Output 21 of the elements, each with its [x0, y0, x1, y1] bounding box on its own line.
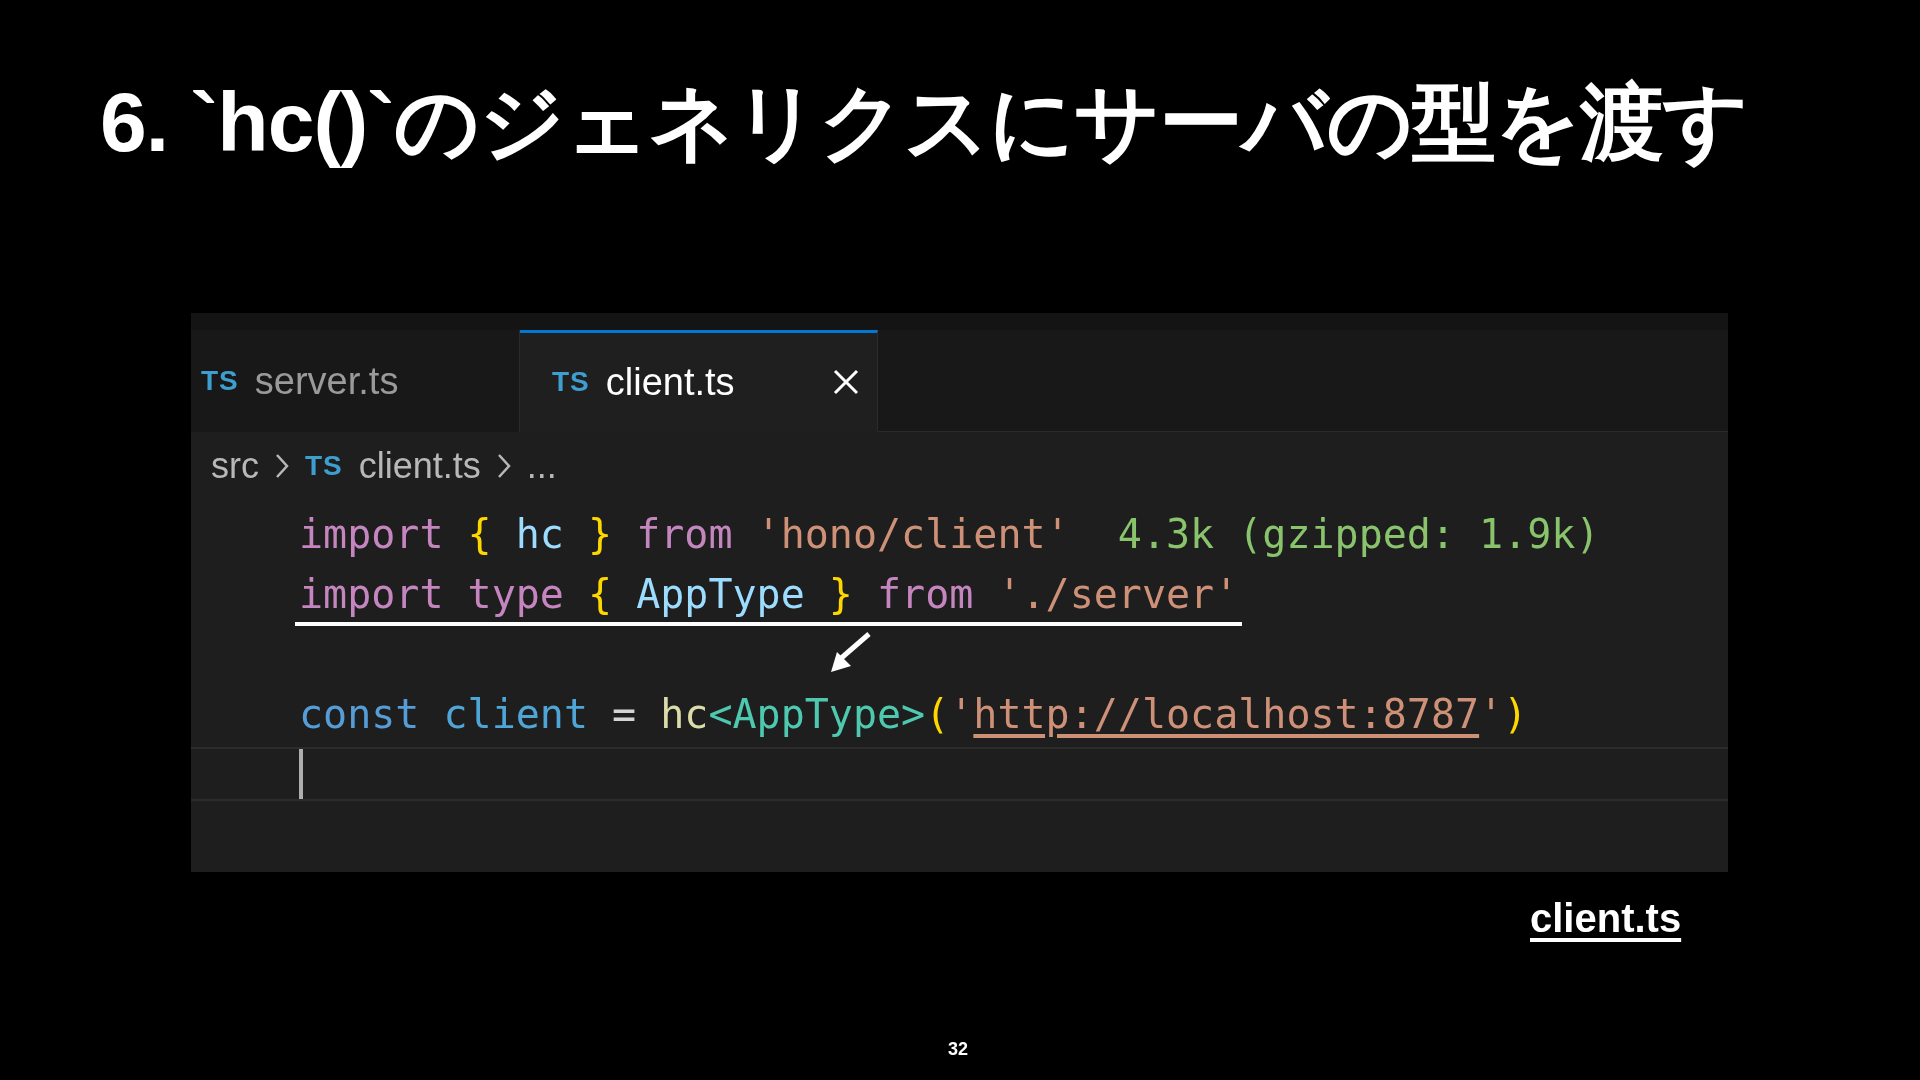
- text-cursor: [299, 749, 303, 799]
- breadcrumb-item[interactable]: client.ts: [358, 439, 481, 493]
- chevron-icon: [496, 453, 511, 479]
- arrow-icon: [829, 630, 873, 674]
- file-type-label: TS: [201, 364, 239, 398]
- chevron-icon: [275, 453, 289, 479]
- editor-tab[interactable]: TS server.ts: [191, 330, 520, 432]
- tab-label: server.ts: [254, 358, 399, 404]
- breadcrumb-item[interactable]: src: [211, 439, 259, 493]
- code-line: import type { AppType } from './server': [299, 570, 1239, 619]
- slide-title: 6. `hc()`のジェネリクスにサーバの型を渡す: [100, 74, 1749, 171]
- code-line: const client = hc<AppType>('http://localhost:8787'): [299, 690, 1528, 739]
- editor-tab[interactable]: TS client.ts: [520, 330, 878, 432]
- file-type-label: TS: [305, 449, 343, 483]
- code-line: import { hc } from 'hono/client' 4.3k (gzipped: 1.9k): [299, 510, 1600, 559]
- page-number: 32: [948, 1038, 969, 1061]
- caption-link[interactable]: client.ts: [1530, 888, 1682, 948]
- file-type-label: TS: [552, 365, 590, 399]
- breadcrumb-item[interactable]: ...: [526, 439, 557, 493]
- close-icon[interactable]: [833, 369, 859, 395]
- tab-label: client.ts: [605, 359, 735, 405]
